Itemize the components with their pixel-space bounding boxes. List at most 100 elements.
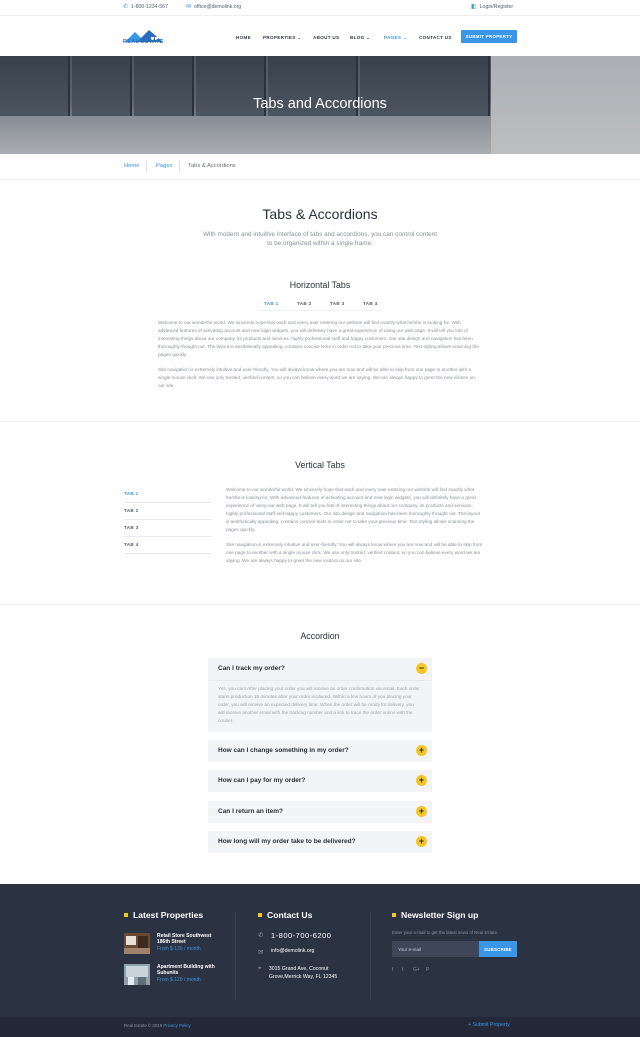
phone-icon: ✆	[123, 4, 129, 10]
footer-address: ⌖ 3015 Grand Ave, Coconut Grove,Merrick …	[258, 965, 358, 981]
accordion-item[interactable]: How long will my order take to be delive…	[208, 831, 432, 853]
accordion-question: How can I change something in my order?	[218, 747, 349, 754]
tabs-underline	[258, 310, 382, 311]
newsletter-email-input[interactable]: Your e-mail	[392, 941, 479, 957]
footer-bottom-bar	[0, 1017, 640, 1037]
plus-icon[interactable]: +	[416, 775, 427, 786]
horizontal-tab-paragraph-2: Site navigation is extremely intuitive a…	[158, 367, 475, 388]
plus-icon[interactable]: +	[416, 836, 427, 847]
plus-icon[interactable]: +	[416, 745, 427, 756]
chevron-down-icon: ⌄	[402, 35, 407, 40]
phone-icon: ✆	[258, 932, 264, 939]
property-thumbnail[interactable]	[124, 933, 150, 954]
property-name[interactable]: Apartment Building with Subunits	[157, 964, 217, 976]
nav-home[interactable]: HOME	[236, 35, 251, 40]
newsletter-text: Enter your e-mail to get the latest news…	[392, 930, 499, 935]
footer-phone[interactable]: ✆ 1-800-700-6200	[258, 931, 331, 940]
nav-blog[interactable]: BLOG ⌄	[350, 35, 370, 41]
footer-divider	[235, 912, 236, 1000]
tab-4[interactable]: TAB 4	[363, 301, 377, 306]
vertical-tab-3[interactable]: TAB 3	[124, 520, 212, 537]
footer-phone-text: 1-800-700-6200	[271, 931, 332, 940]
vertical-tabs-title: Vertical Tabs	[295, 460, 345, 470]
logo-text: REAL ESTATE	[123, 39, 164, 45]
breadcrumb-pages[interactable]: Pages	[156, 163, 172, 169]
chevron-down-icon: ⌄	[297, 35, 302, 40]
section-divider	[0, 604, 640, 605]
user-icon: ◧	[471, 4, 477, 10]
subscribe-button[interactable]: SUBSCRIBE	[479, 941, 517, 957]
accordion-item[interactable]: How can I change something in my order? …	[208, 740, 432, 762]
footer-email[interactable]: ✉ info@demolink.org	[258, 948, 314, 956]
pinterest-icon[interactable]: P	[426, 967, 429, 973]
chevron-down-icon: ⌄	[366, 35, 371, 40]
vertical-tab-1[interactable]: TAB 1	[124, 486, 212, 503]
tab-2[interactable]: TAB 2	[297, 301, 311, 306]
top-bar: ✆ 1-800-1234-567 ✉ office@demolink.org ◧…	[0, 0, 640, 16]
vertical-tab-2[interactable]: TAB 2	[124, 503, 212, 520]
accordion-item[interactable]: Can I return an item? +	[208, 801, 432, 823]
property-name[interactable]: Retail Store Southwest 186th Street	[157, 933, 217, 945]
breadcrumb-divider	[146, 160, 147, 172]
breadcrumb-divider	[179, 160, 180, 172]
horizontal-tabs-title: Horizontal Tabs	[289, 280, 351, 290]
latest-properties-title-text: Latest Properties	[133, 910, 204, 920]
topbar-email-text: office@demolink.org	[194, 4, 242, 10]
nav-about[interactable]: ABOUT US	[313, 35, 339, 40]
mail-icon: ✉	[258, 949, 264, 956]
twitter-icon[interactable]: t	[402, 967, 403, 973]
footer-email-text: info@demolink.org	[271, 948, 315, 954]
property-thumbnail[interactable]	[124, 964, 150, 985]
tab-3[interactable]: TAB 3	[330, 301, 344, 306]
tab-1[interactable]: TAB 1	[264, 301, 278, 306]
copyright: Real Estate © 2019 Privacy Policy	[124, 1023, 191, 1028]
nav-properties-label: PROPERTIES	[263, 35, 296, 40]
page-title: Tabs & Accordions	[262, 206, 378, 222]
newsletter-title: Newsletter Sign up	[392, 910, 478, 920]
submit-property-button[interactable]: SUBMIT PROPERTY	[461, 30, 517, 43]
accordion-answer: Yes, you can! After placing your order y…	[218, 686, 420, 723]
horizontal-tab-paragraph-1: Welcome to our wonderful world. We since…	[158, 320, 479, 357]
vertical-tab-paragraph-2: Site navigation is extremely intuitive a…	[226, 542, 483, 563]
nav-properties[interactable]: PROPERTIES ⌄	[263, 35, 301, 41]
topbar-email[interactable]: ✉ office@demolink.org	[186, 4, 241, 10]
breadcrumb-current: Tabs & Accordions	[188, 163, 236, 169]
location-pin-icon: ⌖	[258, 965, 262, 972]
nav-blog-label: BLOG	[350, 35, 365, 40]
minus-icon[interactable]: −	[416, 663, 427, 674]
copyright-text: Real Estate © 2019	[124, 1023, 163, 1028]
facebook-icon[interactable]: f	[392, 967, 393, 973]
topbar-phone[interactable]: ✆ 1-800-1234-567	[123, 4, 168, 10]
nav-contact[interactable]: CONTACT US	[419, 35, 452, 40]
nav-pages-label: PAGES	[384, 35, 402, 40]
square-icon	[392, 913, 396, 917]
accordion-question[interactable]: Can I track my order?	[218, 665, 285, 672]
breadcrumb-home[interactable]: Home	[124, 163, 139, 169]
vertical-tab-4[interactable]: TAB 4	[124, 537, 212, 554]
hero-title: Tabs and Accordions	[253, 96, 387, 112]
login-register-link[interactable]: ◧ Login/Register	[471, 4, 513, 10]
page: { "topbar": { "phone": "1-800-1234-567",…	[0, 0, 640, 1037]
intro-lead: With modern and intuitive interface of t…	[202, 231, 438, 247]
contact-title: Contact Us	[258, 910, 312, 920]
nav-pages[interactable]: PAGES ⌄	[384, 35, 407, 41]
hero-banner: Tabs and Accordions	[0, 56, 640, 154]
accordion-question: How can I pay for my order?	[218, 777, 306, 784]
accordion-question: Can I return an item?	[218, 808, 284, 815]
footer-submit-property-link[interactable]: + Submit Property	[468, 1022, 510, 1028]
header: REAL ESTATE HOME PROPERTIES ⌄ ABOUT US B…	[0, 16, 640, 56]
footer-divider	[370, 912, 371, 1000]
plus-icon[interactable]: +	[416, 806, 427, 817]
footer: Latest Properties Contact Us Newsletter …	[0, 884, 640, 1017]
google-plus-icon[interactable]: G+	[413, 967, 420, 973]
footer-address-text: 3015 Grand Ave, Coconut Grove,Merrick Wa…	[268, 966, 338, 980]
topbar-phone-text: 1-800-1234-567	[131, 4, 168, 10]
accordion-title: Accordion	[300, 631, 340, 641]
accordion-item[interactable]: How can I pay for my order? +	[208, 770, 432, 792]
mail-icon: ✉	[186, 4, 192, 10]
login-register-text: Login/Register	[479, 4, 514, 10]
horizontal-tabs: TAB 1 TAB 2 TAB 3 TAB 4	[258, 301, 382, 311]
privacy-policy-link[interactable]: Privacy Policy	[163, 1023, 190, 1028]
accordion-divider	[208, 680, 432, 681]
square-icon	[258, 913, 262, 917]
